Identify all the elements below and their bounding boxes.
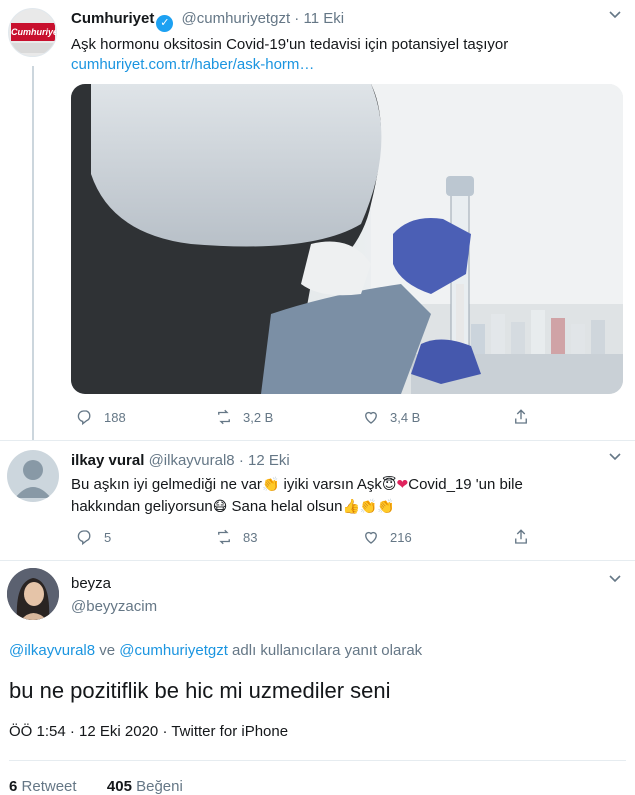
reply-count: 188 [104, 409, 126, 425]
share-button[interactable] [512, 528, 540, 546]
tweet-header: ilkay vural @ilkayvural8 · 12 Eki [71, 452, 290, 469]
tweet-text: bu ne pozitiflik be hic mi uzmediler sen… [9, 678, 391, 703]
retweet-label[interactable]: Retweet [22, 778, 77, 795]
divider [0, 560, 635, 561]
share-icon [515, 409, 527, 424]
text-part: iyiki varsın Aşk [279, 476, 382, 493]
handle[interactable]: @ilkayvural8 [149, 452, 235, 469]
separator: · [294, 10, 300, 27]
divider [9, 760, 626, 761]
tweet-date[interactable]: 12 Eki [248, 452, 290, 469]
reply-mention[interactable]: @ilkayvural8 [9, 642, 95, 659]
chevron-down-icon[interactable] [608, 8, 622, 25]
chevron-down-icon[interactable] [608, 572, 622, 589]
tweet-cumhuriyet[interactable]: Cumhuriyet Cumhuriyet ✓ @cumhuriyetgzt · … [0, 0, 635, 440]
like-count: 3,4 B [390, 409, 421, 425]
lab-photo [71, 84, 623, 394]
avatar[interactable]: Cumhuriyet [8, 8, 57, 57]
retweet-button[interactable]: 3,2 B [215, 408, 273, 426]
reply-and: ve [95, 642, 120, 659]
reply-count: 5 [104, 529, 112, 545]
tweet-source[interactable]: Twitter for iPhone [171, 723, 288, 740]
text-part: Sana helal olsun [227, 498, 343, 515]
halo-emoji: 😇 [381, 477, 397, 493]
display-name[interactable]: ilkay vural [71, 452, 144, 469]
tweet-meta: ÖÖ 1:54 · 12 Eki 2020 · Twitter for iPho… [9, 723, 289, 740]
like-label[interactable]: Beğeni [136, 778, 183, 795]
like-total[interactable]: 405 [107, 778, 132, 795]
display-name[interactable]: Cumhuriyet [71, 10, 154, 27]
reply-context: @ilkayvural8 ve @cumhuriyetgzt adlı kull… [9, 640, 422, 661]
tweet-date[interactable]: 12 Eki 2020 [79, 723, 158, 740]
share-icon [515, 529, 527, 544]
avatar[interactable] [7, 450, 59, 502]
clapping-emoji: 👏 [377, 499, 395, 515]
divider [0, 440, 635, 441]
avatar-stripe [9, 43, 56, 53]
thumbs-up-emoji: 👍 [342, 499, 360, 515]
text-part: hakkından geliyorsun [71, 498, 213, 515]
retweet-button[interactable]: 83 [215, 528, 257, 546]
share-button[interactable] [512, 408, 540, 426]
tweet-link[interactable]: cumhuriyet.com.tr/haber/ask-horm… [71, 54, 314, 75]
reply-mention[interactable]: @cumhuriyetgzt [119, 642, 228, 659]
retweet-icon [218, 409, 230, 425]
like-count: 216 [390, 529, 412, 545]
like-button[interactable]: 216 [362, 528, 412, 546]
tweet-image[interactable] [71, 84, 623, 394]
tweet-header: Cumhuriyet ✓ @cumhuriyetgzt · 11 Eki [71, 10, 344, 32]
retweet-count: 3,2 B [243, 409, 274, 425]
heart-emoji: ❤ [396, 477, 409, 493]
chevron-down-icon[interactable] [608, 450, 622, 467]
reply-button[interactable]: 188 [76, 408, 126, 426]
like-button[interactable]: 3,4 B [362, 408, 420, 426]
mask-emoji: 😷 [212, 499, 228, 515]
tweet-time[interactable]: ÖÖ 1:54 [9, 723, 66, 740]
display-name[interactable]: beyza [71, 575, 111, 592]
like-icon [365, 531, 377, 544]
like-icon [365, 411, 377, 424]
tweet-stats: 6 Retweet 405 Beğeni [9, 776, 183, 795]
text-part: Bu aşkın iyi gelmediği ne var [71, 476, 262, 493]
reply-icon [77, 410, 91, 426]
cumhuriyet-logo: Cumhuriyet [11, 23, 56, 41]
thread-line [32, 66, 34, 440]
tweet-date[interactable]: 11 Eki [303, 10, 344, 27]
retweet-count: 83 [243, 529, 258, 545]
retweet-icon [218, 529, 230, 545]
clapping-emoji: 👏 [261, 477, 280, 493]
avatar[interactable] [7, 568, 59, 620]
handle[interactable]: @beyyzacim [71, 598, 157, 615]
separator: · [238, 452, 244, 469]
reply-suffix: adlı kullanıcılara yanıt olarak [227, 642, 423, 659]
verified-icon: ✓ [156, 15, 174, 32]
tweet-text: Aşk hormonu oksitosin Covid-19'un tedavi… [71, 36, 509, 53]
handle[interactable]: @cumhuriyetgzt [182, 10, 291, 27]
reply-icon [77, 530, 91, 546]
clapping-emoji: 👏 [359, 499, 378, 515]
reply-button[interactable]: 5 [76, 528, 111, 546]
text-part: Covid_19 'un bile [408, 476, 523, 493]
retweet-total[interactable]: 6 [9, 778, 17, 795]
tweet-text: Bu aşkın iyi gelmediği ne var👏 iyiki var… [71, 474, 616, 518]
